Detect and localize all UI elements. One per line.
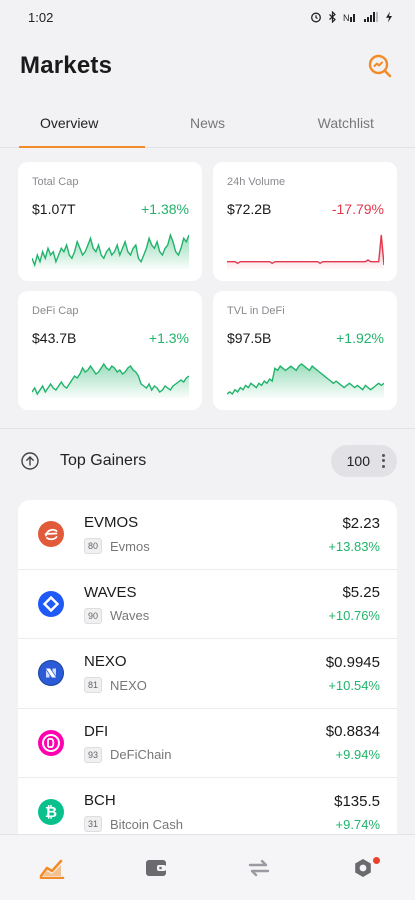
page-title: Markets xyxy=(20,52,113,79)
sparkline-area xyxy=(227,364,384,398)
coin-change: +9.74% xyxy=(335,816,380,832)
defichain-icon xyxy=(38,729,64,756)
notification-badge xyxy=(373,856,381,864)
card-label: TVL in DeFi xyxy=(227,305,285,317)
tab-indicator xyxy=(19,146,145,148)
coin-price: $0.8834 xyxy=(325,723,380,741)
coin-symbol: NEXO xyxy=(84,653,127,671)
more-vertical-icon xyxy=(382,453,385,468)
coin-name: NEXO xyxy=(110,677,147,693)
wallet-icon xyxy=(145,859,166,876)
settings-icon xyxy=(355,858,371,877)
list-item[interactable]: DFI 93 DeFiChain $0.8834 +9.94% xyxy=(18,709,397,778)
search-icon xyxy=(368,54,392,78)
card-value: $97.5B xyxy=(227,330,272,346)
sparkline-line xyxy=(227,234,384,266)
coin-change: +13.83% xyxy=(328,538,380,554)
sparkline xyxy=(32,358,189,398)
sparkline-area xyxy=(227,235,384,269)
arrow-up-circle-icon[interactable] xyxy=(20,451,40,471)
bottom-nav xyxy=(0,834,415,900)
card-change: +1.92% xyxy=(336,330,384,346)
tab-overview[interactable]: Overview xyxy=(0,98,138,147)
svg-text:₿: ₿ xyxy=(45,804,57,821)
card-defi-cap[interactable]: DeFi Cap $43.7B +1.3% xyxy=(18,291,202,410)
list-item[interactable]: EVMOS 80 Evmos $2.23 +13.83% xyxy=(18,500,397,570)
coin-symbol: WAVES xyxy=(84,583,137,601)
tab-news[interactable]: News xyxy=(138,98,276,147)
rank-badge: 90 xyxy=(84,607,103,624)
bluetooth-icon xyxy=(329,11,336,23)
sparkline xyxy=(227,358,384,398)
data-icon: N xyxy=(343,13,355,23)
card-change: +1.3% xyxy=(148,330,189,346)
evmos-icon xyxy=(38,521,64,548)
coin-name: Bitcoin Cash xyxy=(110,816,183,832)
card-change: -17.79% xyxy=(331,201,384,217)
search-button[interactable] xyxy=(365,51,395,81)
swap-icon xyxy=(249,859,270,876)
card-value: $72.2B xyxy=(227,201,272,217)
tab-watchlist[interactable]: Watchlist xyxy=(277,98,415,147)
rank-badge: 80 xyxy=(84,538,103,555)
coin-price: $135.5 xyxy=(334,792,380,810)
card-change: +1.38% xyxy=(141,201,189,217)
rank-badge: 93 xyxy=(84,746,103,763)
coin-price: $0.9945 xyxy=(325,653,380,671)
nav-markets[interactable] xyxy=(22,843,82,893)
coin-symbol: DFI xyxy=(84,722,109,740)
nav-swap[interactable] xyxy=(229,843,289,893)
card-label: 24h Volume xyxy=(227,176,286,188)
card-24h-volume[interactable]: 24h Volume $72.2B -17.79% xyxy=(213,162,397,281)
coin-price: $2.23 xyxy=(342,514,380,532)
card-tvl-in-defi[interactable]: TVL in DeFi $97.5B +1.92% xyxy=(213,291,397,410)
svg-text:N: N xyxy=(343,13,350,23)
signal-icon xyxy=(364,12,378,22)
card-value: $1.07T xyxy=(32,201,76,217)
market-summary-cards: Total Cap $1.07T +1.38% 24h Volume $72.2… xyxy=(0,148,415,410)
coin-name: Evmos xyxy=(110,538,150,554)
tab-bar: Overview News Watchlist xyxy=(0,98,415,148)
sparkline xyxy=(32,229,189,269)
coin-change: +10.76% xyxy=(328,608,380,624)
rank-badge: 81 xyxy=(84,677,103,694)
rank-badge: 31 xyxy=(84,816,103,833)
coin-list: EVMOS 80 Evmos $2.23 +13.83% WAVES 90 Wa… xyxy=(18,500,397,846)
card-label: Total Cap xyxy=(32,176,79,188)
coin-change: +9.94% xyxy=(335,747,380,763)
bitcoin-cash-icon: ₿ xyxy=(38,799,64,826)
section-title: Top Gainers xyxy=(60,451,147,469)
card-label: DeFi Cap xyxy=(32,305,79,317)
coin-change: +10.54% xyxy=(328,677,380,693)
sparkline xyxy=(227,229,384,269)
coin-price: $5.25 xyxy=(342,584,380,602)
count-selector[interactable]: 100 xyxy=(330,444,397,477)
status-icons: N xyxy=(310,11,393,23)
battery-charging-icon xyxy=(386,11,392,23)
nav-settings[interactable] xyxy=(333,843,393,893)
nav-wallet[interactable] xyxy=(126,843,186,893)
card-value: $43.7B xyxy=(32,330,77,346)
card-total-cap[interactable]: Total Cap $1.07T +1.38% xyxy=(18,162,202,281)
waves-icon xyxy=(38,590,64,617)
top-gainers-header: Top Gainers 100 xyxy=(0,428,415,492)
count-value: 100 xyxy=(346,452,370,469)
coin-name: DeFiChain xyxy=(110,747,172,763)
status-time: 1:02 xyxy=(28,9,54,25)
list-item[interactable]: NEXO 81 NEXO $0.9945 +10.54% xyxy=(18,639,397,709)
coin-name: Waves xyxy=(110,608,150,624)
coin-symbol: EVMOS xyxy=(84,514,139,532)
nexo-icon xyxy=(38,660,64,687)
status-bar: 1:02 N xyxy=(0,0,415,34)
alarm-icon xyxy=(311,12,321,23)
coin-symbol: BCH xyxy=(84,792,116,810)
markets-icon xyxy=(39,859,65,879)
header: Markets xyxy=(0,34,415,98)
list-item[interactable]: WAVES 90 Waves $5.25 +10.76% xyxy=(18,570,397,639)
